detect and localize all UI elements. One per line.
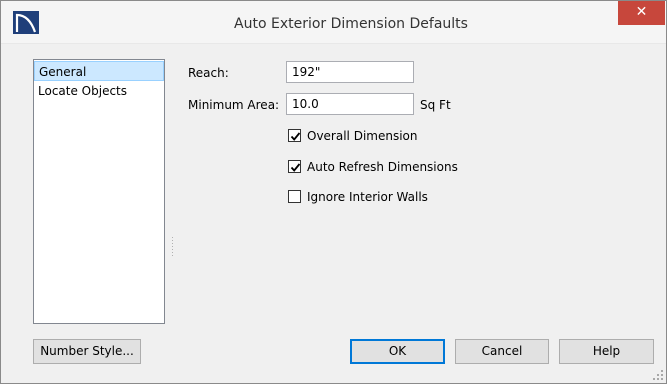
help-button[interactable]: Help (559, 339, 654, 364)
window-title: Auto Exterior Dimension Defaults (234, 16, 468, 32)
ignore-interior-walls-checkbox[interactable]: Ignore Interior Walls (288, 189, 488, 205)
app-logo-icon (13, 11, 39, 34)
list-item-general[interactable]: General (34, 61, 164, 81)
ok-button[interactable]: OK (350, 339, 445, 364)
splitter-handle[interactable] (172, 237, 174, 259)
category-list[interactable]: General Locate Objects (33, 59, 165, 324)
close-button[interactable]: ✕ (618, 1, 665, 25)
reach-label: Reach: (188, 66, 229, 80)
resize-grip-icon[interactable] (653, 370, 663, 380)
overall-dimension-label: Overall Dimension (307, 129, 418, 143)
cancel-button[interactable]: Cancel (455, 339, 549, 364)
overall-dimension-checkbox[interactable]: Overall Dimension (288, 128, 488, 144)
checkbox-checked-icon (288, 129, 301, 142)
minimum-area-label: Minimum Area: (188, 98, 280, 112)
ignore-interior-walls-label: Ignore Interior Walls (307, 190, 428, 204)
close-icon: ✕ (635, 4, 648, 20)
auto-refresh-dimensions-label: Auto Refresh Dimensions (307, 160, 458, 174)
list-item-locate-objects[interactable]: Locate Objects (34, 81, 164, 101)
minimum-area-unit: Sq Ft (420, 98, 451, 112)
checkbox-unchecked-icon (288, 190, 301, 203)
number-style-button[interactable]: Number Style... (33, 339, 141, 364)
auto-refresh-dimensions-checkbox[interactable]: Auto Refresh Dimensions (288, 159, 488, 175)
dialog-window: Auto Exterior Dimension Defaults ✕ Gener… (0, 0, 667, 384)
checkbox-checked-icon (288, 160, 301, 173)
reach-input[interactable]: 192" (286, 61, 414, 83)
minimum-area-input[interactable]: 10.0 (286, 93, 414, 115)
title-bar[interactable]: Auto Exterior Dimension Defaults ✕ (1, 1, 666, 44)
